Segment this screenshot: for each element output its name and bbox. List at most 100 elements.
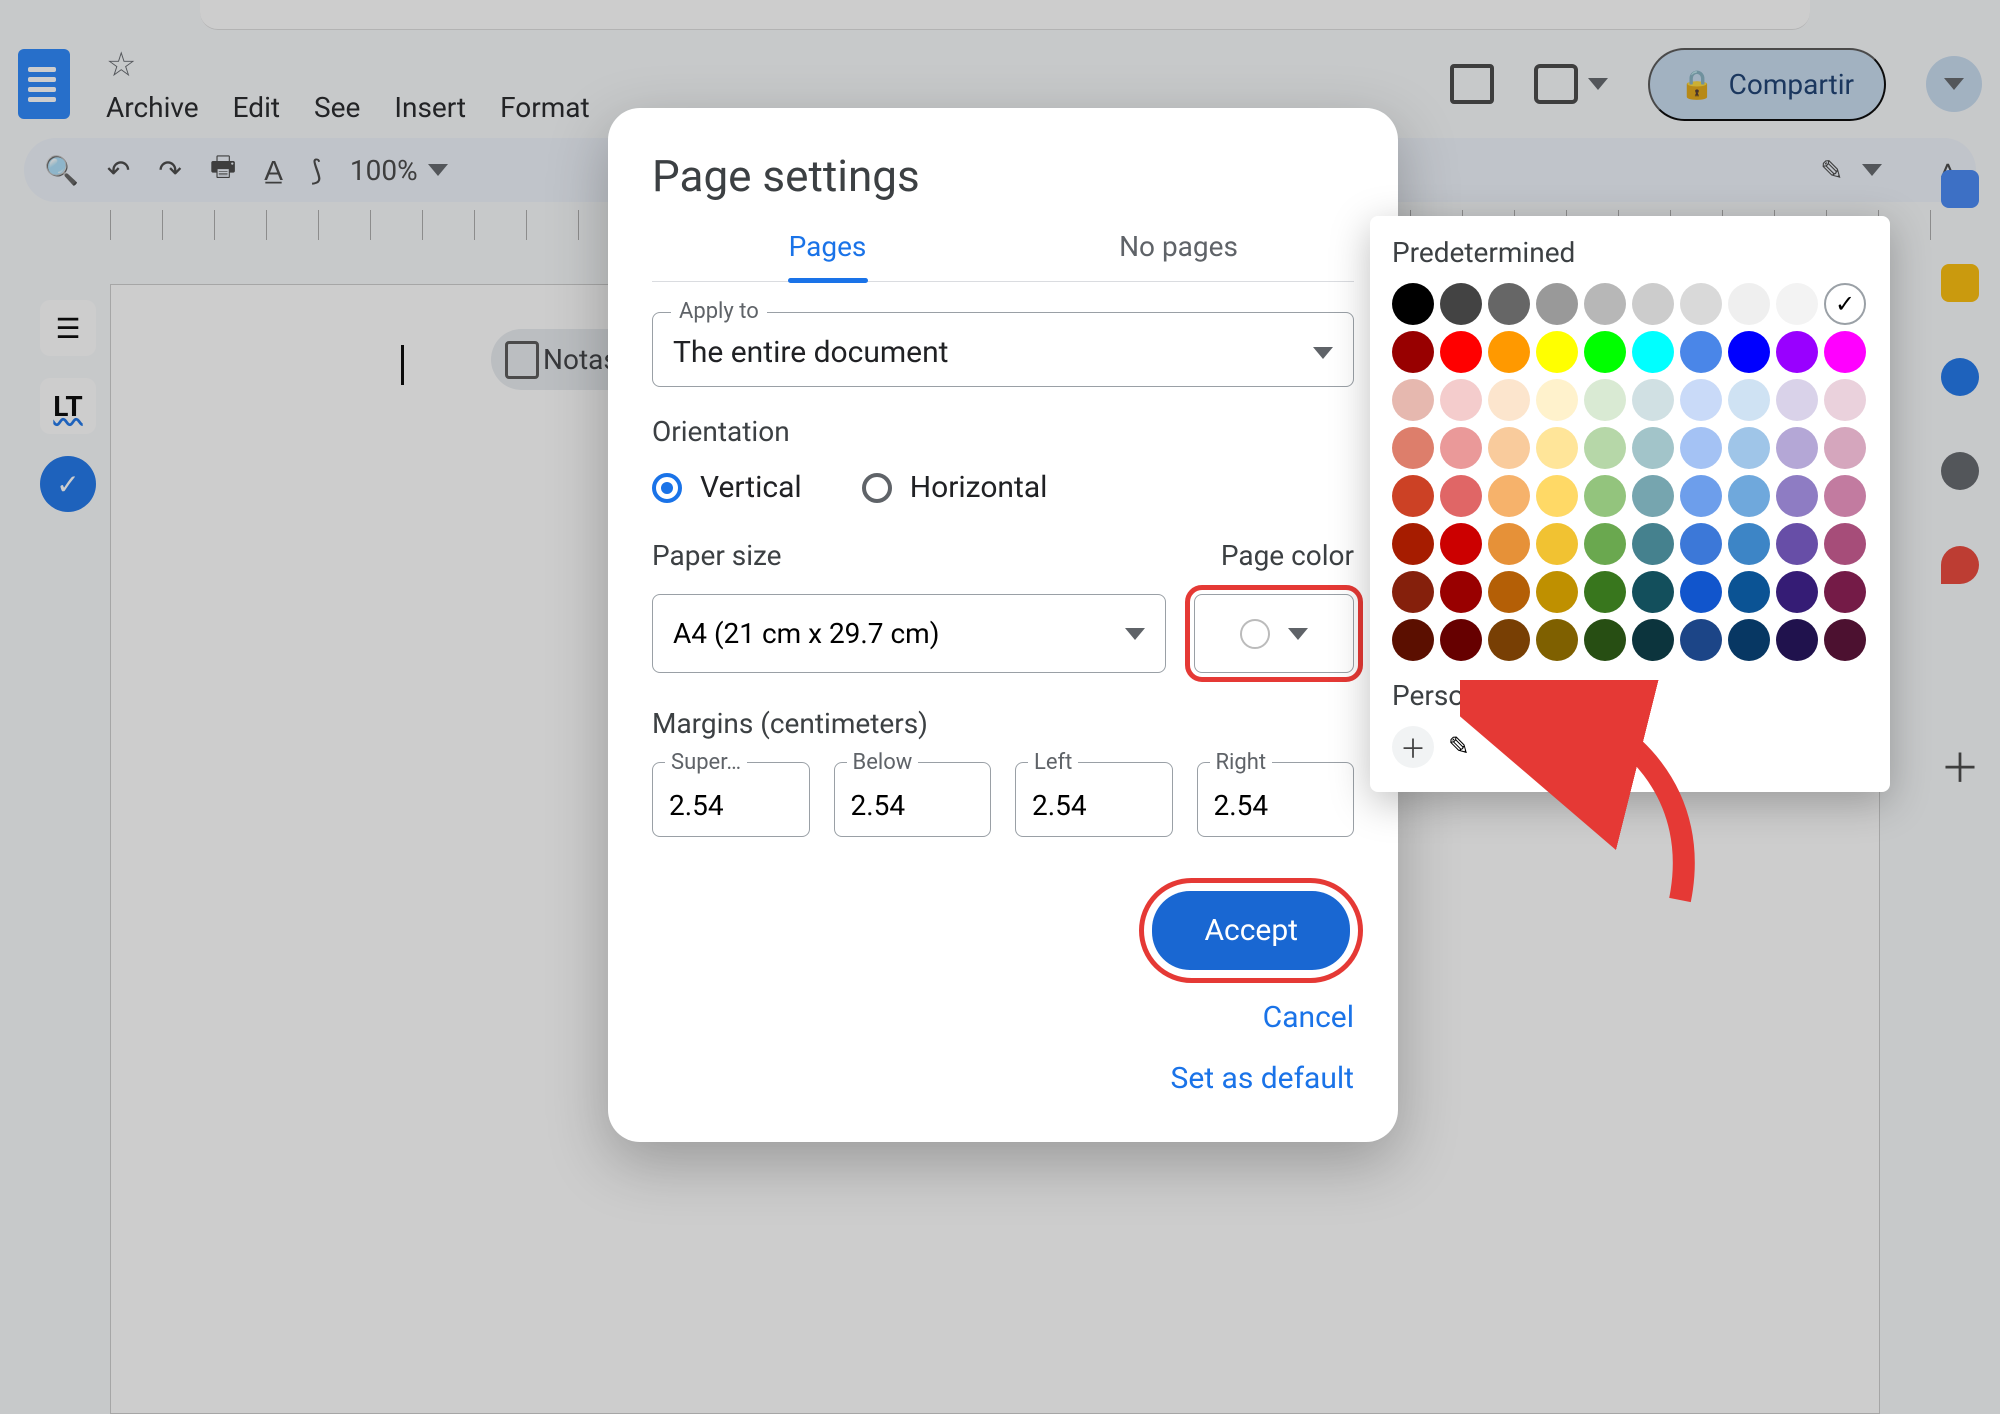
palette-swatch[interactable] (1680, 523, 1722, 565)
palette-swatch[interactable] (1776, 427, 1818, 469)
palette-swatch[interactable] (1824, 427, 1866, 469)
palette-swatch[interactable] (1584, 283, 1626, 325)
palette-swatch[interactable] (1584, 427, 1626, 469)
palette-swatch[interactable] (1680, 283, 1722, 325)
palette-swatch[interactable] (1728, 379, 1770, 421)
palette-swatch[interactable] (1680, 379, 1722, 421)
color-swatch-icon (1240, 619, 1270, 649)
palette-swatch[interactable] (1824, 475, 1866, 517)
palette-swatch[interactable] (1392, 331, 1434, 373)
palette-swatch[interactable] (1584, 475, 1626, 517)
paper-size-value: A4 (21 cm x 29.7 cm) (673, 617, 939, 650)
palette-swatch[interactable] (1680, 427, 1722, 469)
palette-swatch[interactable] (1536, 571, 1578, 613)
palette-swatch[interactable] (1584, 331, 1626, 373)
palette-swatch[interactable] (1824, 523, 1866, 565)
palette-swatch[interactable] (1728, 331, 1770, 373)
palette-swatch[interactable] (1440, 619, 1482, 661)
palette-swatch[interactable] (1440, 427, 1482, 469)
palette-swatch[interactable] (1536, 523, 1578, 565)
palette-swatch[interactable] (1776, 571, 1818, 613)
palette-swatch[interactable] (1632, 427, 1674, 469)
dialog-title: Page settings (652, 150, 1354, 202)
margin-top-input[interactable]: Super…2.54 (652, 762, 810, 837)
palette-swatch[interactable] (1632, 523, 1674, 565)
eyedropper-icon[interactable]: ✎ (1448, 732, 1470, 762)
palette-swatch[interactable] (1392, 475, 1434, 517)
palette-swatch[interactable] (1776, 523, 1818, 565)
palette-swatch[interactable] (1680, 619, 1722, 661)
tab-no-pages[interactable]: No pages (1003, 230, 1354, 281)
palette-swatch[interactable] (1824, 331, 1866, 373)
cancel-button[interactable]: Cancel (1263, 1000, 1354, 1035)
palette-swatch[interactable] (1392, 619, 1434, 661)
palette-swatch[interactable] (1488, 283, 1530, 325)
palette-swatch[interactable] (1632, 619, 1674, 661)
palette-swatch[interactable] (1632, 379, 1674, 421)
palette-swatch[interactable] (1824, 379, 1866, 421)
palette-swatch[interactable] (1392, 379, 1434, 421)
tab-pages[interactable]: Pages (652, 230, 1003, 281)
palette-swatch[interactable] (1536, 379, 1578, 421)
palette-swatch[interactable] (1440, 379, 1482, 421)
palette-swatch[interactable] (1488, 331, 1530, 373)
page-color-label: Page color (1221, 539, 1354, 572)
palette-swatch[interactable] (1392, 427, 1434, 469)
margin-right-input[interactable]: Right2.54 (1197, 762, 1355, 837)
palette-swatch[interactable] (1440, 283, 1482, 325)
palette-swatch[interactable] (1632, 283, 1674, 325)
palette-swatch[interactable] (1392, 523, 1434, 565)
palette-swatch[interactable] (1680, 475, 1722, 517)
palette-swatch[interactable] (1392, 571, 1434, 613)
palette-swatch[interactable] (1536, 331, 1578, 373)
palette-swatch[interactable]: ✓ (1824, 283, 1866, 325)
palette-swatch[interactable] (1824, 619, 1866, 661)
palette-swatch[interactable] (1488, 427, 1530, 469)
palette-swatch[interactable] (1776, 475, 1818, 517)
page-color-select[interactable] (1194, 594, 1354, 673)
palette-swatch[interactable] (1488, 523, 1530, 565)
palette-swatch[interactable] (1488, 475, 1530, 517)
margin-below-input[interactable]: Below2.54 (834, 762, 992, 837)
palette-swatch[interactable] (1536, 475, 1578, 517)
palette-swatch[interactable] (1728, 283, 1770, 325)
palette-swatch[interactable] (1536, 427, 1578, 469)
palette-swatch[interactable] (1776, 331, 1818, 373)
palette-swatch[interactable] (1392, 283, 1434, 325)
palette-swatch[interactable] (1776, 283, 1818, 325)
palette-swatch[interactable] (1584, 523, 1626, 565)
accept-button[interactable]: Accept (1152, 891, 1350, 970)
palette-swatch[interactable] (1536, 283, 1578, 325)
set-default-button[interactable]: Set as default (1171, 1061, 1354, 1096)
add-custom-color-button[interactable]: ＋ (1392, 726, 1434, 768)
palette-swatch[interactable] (1632, 331, 1674, 373)
palette-swatch[interactable] (1824, 571, 1866, 613)
palette-swatch[interactable] (1536, 619, 1578, 661)
palette-swatch[interactable] (1728, 619, 1770, 661)
palette-swatch[interactable] (1680, 571, 1722, 613)
palette-swatch[interactable] (1488, 379, 1530, 421)
palette-swatch[interactable] (1728, 523, 1770, 565)
paper-size-select[interactable]: A4 (21 cm x 29.7 cm) (652, 594, 1166, 673)
palette-swatch[interactable] (1632, 571, 1674, 613)
apply-to-select[interactable]: Apply to The entire document (652, 312, 1354, 387)
palette-swatch[interactable] (1488, 571, 1530, 613)
orientation-vertical-radio[interactable]: Vertical (652, 470, 802, 505)
palette-swatch[interactable] (1728, 475, 1770, 517)
palette-swatch[interactable] (1680, 331, 1722, 373)
palette-swatch[interactable] (1440, 523, 1482, 565)
palette-swatch[interactable] (1632, 475, 1674, 517)
palette-swatch[interactable] (1776, 619, 1818, 661)
palette-swatch[interactable] (1440, 331, 1482, 373)
palette-swatch[interactable] (1776, 379, 1818, 421)
palette-swatch[interactable] (1728, 571, 1770, 613)
palette-swatch[interactable] (1440, 475, 1482, 517)
palette-swatch[interactable] (1440, 571, 1482, 613)
palette-swatch[interactable] (1584, 619, 1626, 661)
orientation-horizontal-radio[interactable]: Horizontal (862, 470, 1048, 505)
palette-swatch[interactable] (1584, 379, 1626, 421)
palette-swatch[interactable] (1728, 427, 1770, 469)
palette-swatch[interactable] (1584, 571, 1626, 613)
margin-left-input[interactable]: Left2.54 (1015, 762, 1173, 837)
palette-swatch[interactable] (1488, 619, 1530, 661)
